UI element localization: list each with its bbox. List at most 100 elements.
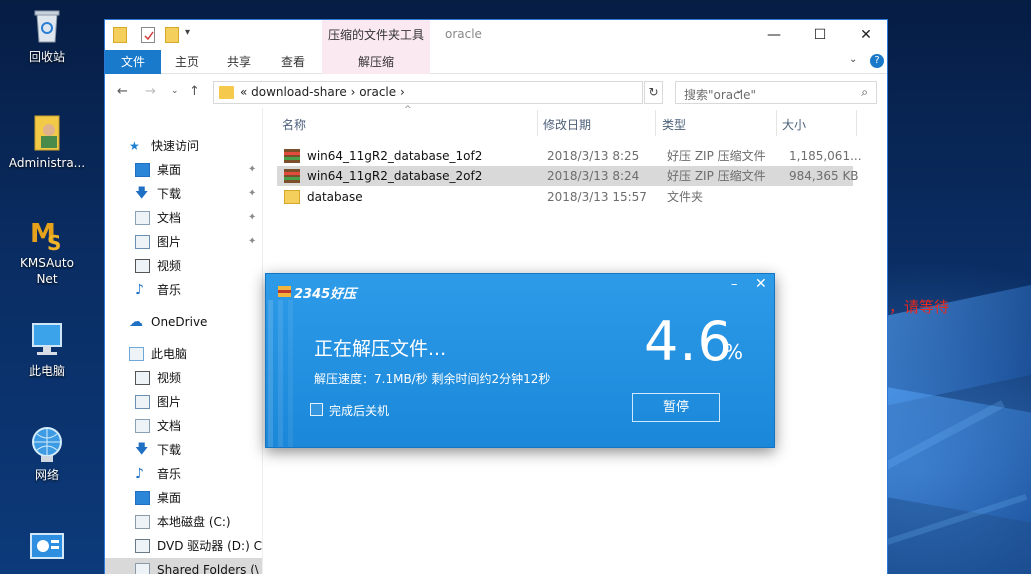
search-input[interactable]: 搜索"oracle" xyxy=(684,86,756,103)
column-divider[interactable] xyxy=(776,110,777,136)
nav-item[interactable]: 视频 xyxy=(105,254,262,278)
nav-item[interactable]: DVD 驱动器 (D:) C xyxy=(105,534,262,558)
nav-item[interactable]: 🡇 下载 xyxy=(105,438,262,462)
pin-icon: ✦ xyxy=(248,188,257,199)
column-header-size[interactable]: 大小 xyxy=(782,116,806,133)
nav-item-label: 本地磁盘 (C:) xyxy=(157,515,231,529)
nav-item[interactable]: 文档 xyxy=(105,414,262,438)
nav-item[interactable]: 本地磁盘 (C:) xyxy=(105,510,262,534)
column-divider[interactable] xyxy=(537,110,538,136)
pause-button[interactable]: 暂停 xyxy=(632,393,720,422)
pin-icon: ✦ xyxy=(248,236,257,247)
new-folder-icon[interactable] xyxy=(165,27,179,43)
file-row[interactable]: win64_11gR2_database_2of2 2018/3/13 8:24 好… xyxy=(277,166,859,186)
dialog-brand: 2345好压 xyxy=(294,287,357,302)
dialog-close-button[interactable]: ✕ xyxy=(755,276,767,292)
address-path[interactable]: « download-share › oracle › xyxy=(240,85,405,99)
recent-locations-icon[interactable]: ⌄ xyxy=(171,86,179,96)
desktop-icon-recycle-bin[interactable]: 回收站 xyxy=(7,6,87,65)
back-button[interactable]: ← xyxy=(117,84,128,99)
maximize-button[interactable]: ☐ xyxy=(797,20,843,50)
file-name: win64_11gR2_database_1of2 xyxy=(307,149,483,163)
dialog-minimize-button[interactable]: – xyxy=(731,277,738,292)
file-type: 好压 ZIP 压缩文件 xyxy=(667,149,766,163)
column-header-date[interactable]: 修改日期 xyxy=(543,116,591,133)
ribbon-expand-icon[interactable]: ⌄ xyxy=(849,54,857,65)
nav-item[interactable]: ☁ OneDrive xyxy=(105,310,262,334)
tab-file[interactable]: 文件 xyxy=(105,50,161,74)
shutdown-checkbox-label[interactable]: 完成后关机 xyxy=(329,402,389,419)
nav-item-label: 桌面 xyxy=(157,491,182,505)
up-button[interactable]: ↑ xyxy=(189,84,200,99)
desktop-icon-administrator[interactable]: Administra... xyxy=(7,112,87,171)
close-button[interactable]: ✕ xyxy=(843,20,889,50)
desktop-icon-this-pc[interactable]: 此电脑 xyxy=(7,320,87,379)
nav-item-label: 音乐 xyxy=(157,283,182,297)
address-box[interactable]: « download-share › oracle › ⌄ xyxy=(213,81,743,104)
pin-icon: ✦ xyxy=(248,164,257,175)
file-date: 2018/3/13 15:57 xyxy=(547,190,647,204)
extract-progress-dialog: 2345好压 – ✕ 正在解压文件... 4.6 % 解压速度：7.1MB/秒 … xyxy=(265,273,775,448)
file-row[interactable]: win64_11gR2_database_1of2 2018/3/13 8:25 好… xyxy=(277,146,862,166)
tab-view[interactable]: 查看 xyxy=(271,50,315,74)
desktop-icon xyxy=(135,163,150,177)
nav-item[interactable]: 桌面 ✦ xyxy=(105,158,262,182)
nav-item-label: OneDrive xyxy=(151,315,208,329)
file-name: win64_11gR2_database_2of2 xyxy=(307,169,483,183)
desktop-icon-label: Administra... xyxy=(8,156,86,170)
column-divider[interactable] xyxy=(856,110,857,136)
folder-icon xyxy=(219,86,234,99)
nav-item[interactable]: ♪ 音乐 xyxy=(105,462,262,486)
nav-item[interactable]: 桌面 xyxy=(105,486,262,510)
title-bar[interactable]: ▾ 压缩的文件夹工具 oracle — ☐ ✕ xyxy=(105,20,887,50)
search-box[interactable]: 搜索"oracle" ⌕ xyxy=(675,81,877,104)
forward-button[interactable]: → xyxy=(145,84,156,99)
nav-item[interactable]: Shared Folders (\ xyxy=(105,558,262,574)
customize-qat-icon[interactable]: ▾ xyxy=(185,27,190,38)
haozip-logo-icon xyxy=(278,286,291,297)
help-icon[interactable]: ? xyxy=(870,54,884,68)
shutdown-checkbox[interactable] xyxy=(310,403,323,416)
nav-item[interactable]: 图片 ✦ xyxy=(105,230,262,254)
recycle-bin-icon xyxy=(34,10,60,43)
refresh-button[interactable]: ↻ xyxy=(644,81,663,104)
minimize-button[interactable]: — xyxy=(751,20,797,50)
desktop-icon-control-panel[interactable] xyxy=(7,528,87,571)
music-icon: ♪ xyxy=(135,282,144,298)
desktop-icon-kmsauto[interactable]: M S KMSAuto Net xyxy=(7,212,87,287)
column-divider[interactable] xyxy=(655,110,656,136)
file-type: 文件夹 xyxy=(667,190,704,204)
nav-item[interactable]: ♪ 音乐 xyxy=(105,278,262,302)
desktop-icon-label: 此电脑 xyxy=(28,364,65,378)
video-icon xyxy=(135,371,150,385)
nav-item[interactable]: 视频 xyxy=(105,366,262,390)
extract-status-text: 正在解压文件... xyxy=(314,338,447,360)
tab-share[interactable]: 共享 xyxy=(217,50,261,74)
video-icon xyxy=(135,259,150,273)
file-row[interactable]: database 2018/3/13 15:57 文件夹 xyxy=(277,187,853,207)
nav-item-label: 图片 xyxy=(157,395,182,409)
pin-icon: ✦ xyxy=(248,212,257,223)
column-header-name[interactable]: 名称 xyxy=(282,116,306,133)
kmsauto-icon: M S xyxy=(30,219,61,252)
nav-item[interactable]: 文档 ✦ xyxy=(105,206,262,230)
file-size: 984,365 KB xyxy=(789,169,859,183)
network-icon xyxy=(32,427,62,462)
file-size: 1,185,061... xyxy=(789,149,862,163)
nav-item[interactable]: 🡇 下载 ✦ xyxy=(105,182,262,206)
ribbon-tabs: 文件 主页 共享 查看 解压缩 ⌄ ? xyxy=(105,50,887,74)
desktop-icon xyxy=(135,491,150,505)
column-header-type[interactable]: 类型 xyxy=(662,116,686,133)
desktop-icon-network[interactable]: 网络 xyxy=(7,424,87,483)
nav-item[interactable]: 此电脑 xyxy=(105,342,262,366)
nav-item[interactable]: 图片 xyxy=(105,390,262,414)
address-bar-row: ← → ⌄ ↑ « download-share › oracle › ⌄ ↻ … xyxy=(105,76,887,108)
cloud-icon: ☁ xyxy=(129,314,143,330)
nav-item[interactable]: ★ 快速访问 xyxy=(105,134,262,158)
computer-icon xyxy=(32,323,62,355)
star-icon: ★ xyxy=(129,139,140,153)
tab-home[interactable]: 主页 xyxy=(165,50,209,74)
tab-extract[interactable]: 解压缩 xyxy=(322,50,430,74)
file-name: database xyxy=(307,190,363,204)
properties-icon[interactable] xyxy=(141,27,155,43)
